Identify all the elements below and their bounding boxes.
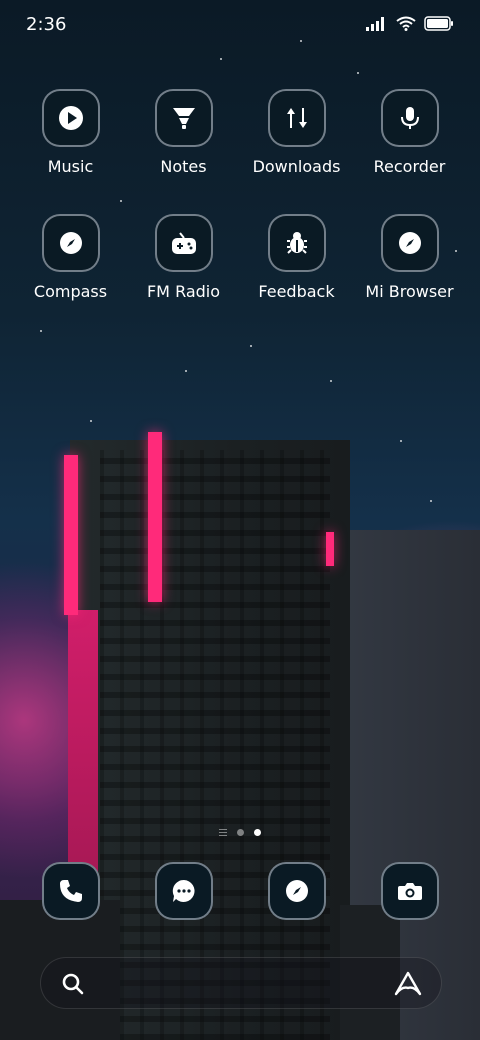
page-indicator-list[interactable] — [219, 829, 227, 836]
app-fm-radio[interactable]: FM Radio — [127, 214, 240, 301]
downloads-icon — [286, 108, 307, 128]
wallpaper-neon — [148, 432, 162, 602]
app-label: Compass — [33, 282, 108, 301]
dock-icon-messages[interactable] — [154, 862, 213, 920]
app-label: Feedback — [258, 282, 335, 301]
app-icon-mi-browser[interactable] — [380, 214, 439, 272]
dock-icon-phone[interactable] — [41, 862, 100, 920]
star — [220, 58, 222, 60]
play-icon — [58, 106, 83, 130]
page-dot[interactable] — [237, 829, 244, 836]
star — [357, 72, 359, 74]
gamepad-icon — [171, 232, 196, 254]
status-bar: 2:36 — [0, 0, 480, 52]
app-notes[interactable]: Notes — [127, 89, 240, 176]
wifi-icon — [396, 16, 416, 31]
compass-icon — [398, 232, 421, 254]
camera-icon — [397, 883, 422, 900]
star — [90, 420, 92, 422]
page-indicator[interactable] — [0, 829, 480, 836]
search-icon[interactable] — [61, 972, 85, 996]
app-grid-row-1: Music Notes Downloads Recorder — [14, 89, 466, 176]
bug-icon — [286, 232, 307, 254]
star — [400, 440, 402, 442]
app-label: Downloads — [252, 157, 341, 176]
app-compass[interactable]: Compass — [14, 214, 127, 301]
app-label: FM Radio — [146, 282, 221, 301]
compass-icon — [285, 880, 308, 902]
star — [330, 380, 332, 382]
dock — [14, 862, 466, 920]
app-icon-compass[interactable] — [41, 214, 100, 272]
app-icon-music[interactable] — [41, 89, 100, 147]
app-recorder[interactable]: Recorder — [353, 89, 466, 176]
signal-icon — [366, 16, 384, 31]
battery-icon — [424, 16, 453, 31]
assistant-icon[interactable] — [393, 970, 423, 998]
status-time: 2:36 — [26, 14, 67, 35]
compass-icon — [59, 232, 82, 254]
star — [120, 200, 122, 202]
notes-icon — [172, 108, 195, 129]
app-feedback[interactable]: Feedback — [240, 214, 353, 301]
app-label: Notes — [160, 157, 207, 176]
app-downloads[interactable]: Downloads — [240, 89, 353, 176]
wallpaper-windows — [100, 450, 330, 1040]
wallpaper-neon — [64, 455, 78, 615]
dock-icon-browser[interactable] — [267, 862, 326, 920]
app-label: Mi Browser — [365, 282, 454, 301]
app-icon-downloads[interactable] — [267, 89, 326, 147]
dock-icon-camera[interactable] — [380, 862, 439, 920]
app-icon-recorder[interactable] — [380, 89, 439, 147]
star — [40, 330, 42, 332]
phone-icon — [59, 880, 82, 902]
app-grid-row-2: Compass FM Radio Feedback Mi Browser — [14, 214, 466, 301]
star — [185, 370, 187, 372]
microphone-icon — [400, 107, 419, 129]
star — [250, 345, 252, 347]
app-icon-feedback[interactable] — [267, 214, 326, 272]
dock-camera[interactable] — [353, 862, 466, 920]
page-dot-active[interactable] — [254, 829, 261, 836]
star — [430, 500, 432, 502]
app-icon-notes[interactable] — [154, 89, 213, 147]
app-music[interactable]: Music — [14, 89, 127, 176]
chat-icon — [172, 879, 195, 902]
app-mi-browser[interactable]: Mi Browser — [353, 214, 466, 301]
app-icon-fm-radio[interactable] — [154, 214, 213, 272]
search-bar[interactable] — [40, 957, 442, 1009]
app-label: Recorder — [373, 157, 446, 176]
dock-messages[interactable] — [127, 862, 240, 920]
app-label: Music — [47, 157, 94, 176]
status-icons — [366, 16, 454, 31]
dock-browser[interactable] — [240, 862, 353, 920]
wallpaper-neon — [326, 532, 334, 566]
dock-phone[interactable] — [14, 862, 127, 920]
